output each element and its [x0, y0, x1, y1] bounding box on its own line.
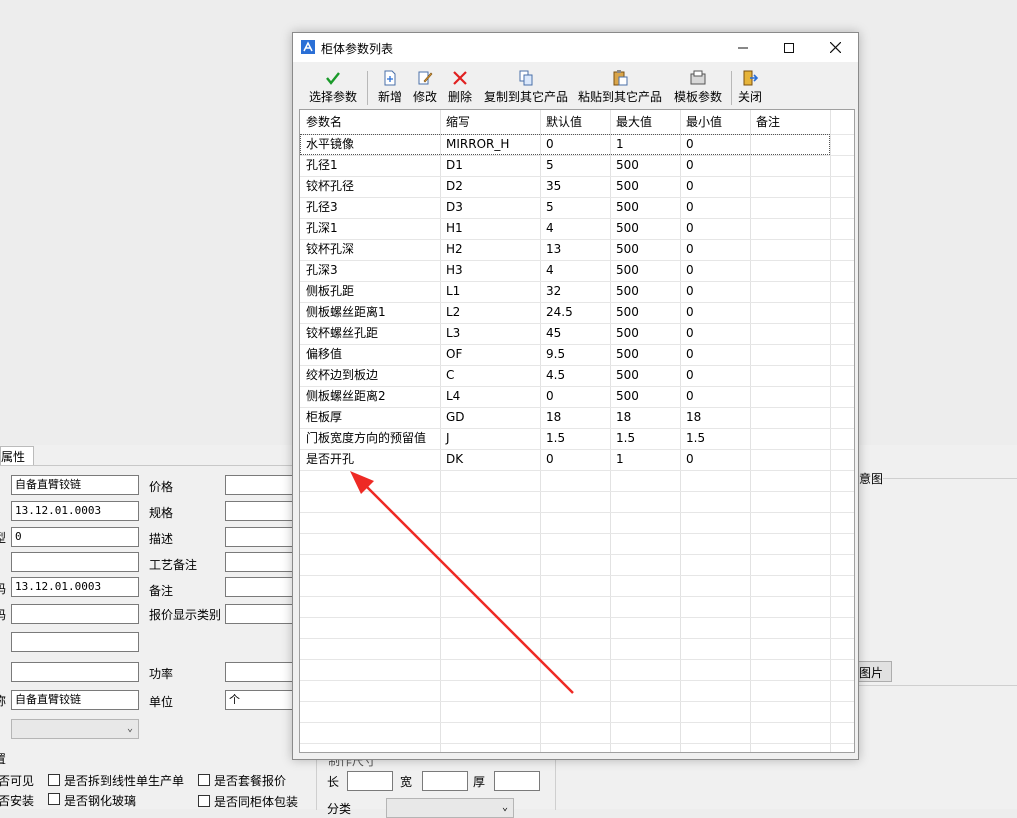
red-arrow-annotation [350, 471, 574, 694]
